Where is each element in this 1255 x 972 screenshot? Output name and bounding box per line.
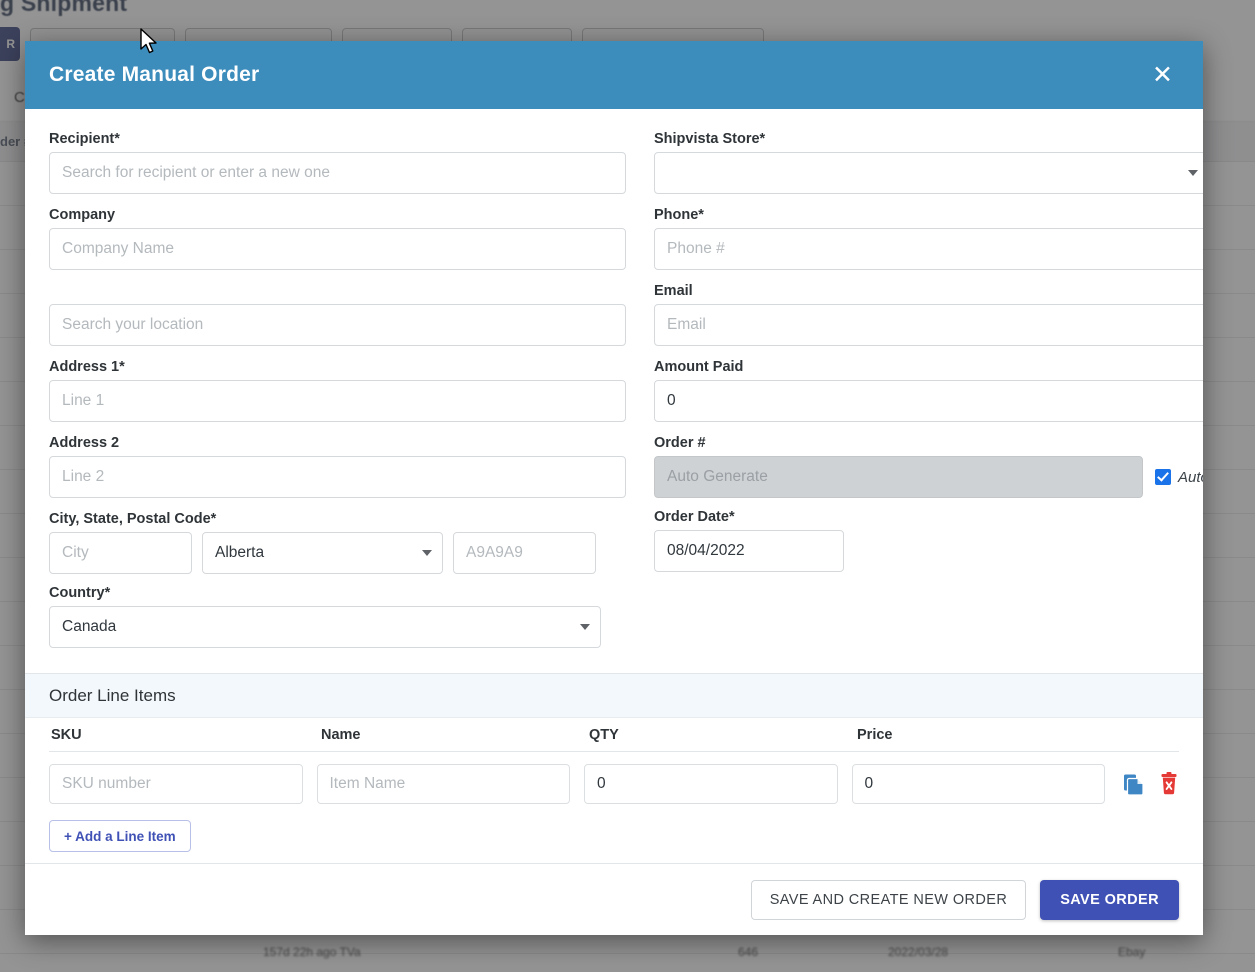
column-header-sku: SKU	[51, 726, 82, 743]
company-label: Company	[49, 207, 116, 223]
checkbox-checked-icon[interactable]	[1155, 469, 1171, 485]
form-left-column: Recipient* Search for recipient or enter…	[49, 131, 626, 661]
add-line-item-button[interactable]: + Add a Line Item	[49, 820, 191, 852]
auto-order-number-toggle[interactable]: Auto	[1155, 469, 1203, 486]
line-item-sku-input[interactable]: SKU number	[49, 764, 303, 804]
state-select-value: Alberta	[215, 544, 265, 561]
chevron-down-icon	[422, 550, 432, 556]
dialog-footer: SAVE AND CREATE NEW ORDER SAVE ORDER	[25, 863, 1203, 935]
line-item-qty-cell: 0	[584, 764, 852, 804]
country-select[interactable]: Canada	[49, 606, 601, 648]
chevron-down-icon	[580, 624, 590, 630]
order-number-row: Auto Generate Auto	[654, 456, 1203, 498]
city-state-postal-label: City, State, Postal Code*	[49, 511, 217, 527]
order-form: Recipient* Search for recipient or enter…	[25, 109, 1203, 661]
state-select[interactable]: Alberta	[202, 532, 443, 574]
recipient-label: Recipient*	[49, 131, 120, 147]
phone-label: Phone*	[654, 207, 704, 223]
address2-label: Address 2	[49, 435, 120, 451]
mouse-cursor	[140, 28, 157, 54]
auto-label: Auto	[1178, 468, 1203, 486]
company-input[interactable]: Company Name	[49, 228, 626, 270]
recipient-input[interactable]: Search for recipient or enter a new one	[49, 152, 626, 194]
line-items-column-headers: SKU Name QTY Price	[49, 718, 1179, 752]
line-item-name-input[interactable]: Item Name	[316, 764, 570, 804]
address2-input[interactable]: Line 2	[49, 456, 626, 498]
dialog-body: Recipient* Search for recipient or enter…	[25, 109, 1203, 863]
order-date-label: Order Date*	[654, 509, 735, 525]
city-input[interactable]: City	[49, 532, 192, 574]
column-header-price: Price	[857, 726, 893, 743]
line-item-price-input[interactable]: 0	[851, 764, 1105, 804]
location-search-input[interactable]: Search your location	[49, 304, 626, 346]
order-number-label: Order #	[654, 435, 706, 451]
order-date-input[interactable]: 08/04/2022	[654, 530, 844, 572]
save-order-button[interactable]: SAVE ORDER	[1040, 879, 1179, 920]
line-item-sku-cell: SKU number	[49, 764, 317, 804]
column-header-name: Name	[321, 726, 361, 743]
order-line-items-title: Order Line Items	[25, 674, 1203, 718]
order-line-items-section: Order Line Items SKU Name QTY Price SKU …	[25, 673, 1203, 852]
save-and-create-new-order-button[interactable]: SAVE AND CREATE NEW ORDER	[750, 879, 1027, 920]
create-manual-order-dialog: Create Manual Order ✕ Recipient* Search …	[25, 41, 1203, 935]
column-header-qty: QTY	[589, 726, 619, 743]
close-icon[interactable]: ✕	[1144, 59, 1181, 92]
copy-icon[interactable]	[1123, 772, 1145, 796]
chevron-down-icon	[1187, 170, 1198, 176]
line-item-name-cell: Item Name	[316, 764, 585, 804]
order-line-items-table: SKU Name QTY Price SKU number Item Name …	[25, 718, 1203, 804]
country-field-wrap: Canada	[49, 606, 601, 661]
line-item-qty-input[interactable]: 0	[584, 764, 838, 804]
country-label: Country*	[49, 585, 111, 601]
dialog-title: Create Manual Order	[49, 63, 260, 86]
dialog-header: Create Manual Order ✕	[25, 41, 1203, 109]
city-state-postal-row: City Alberta A9A9A9	[49, 532, 626, 574]
email-label: Email	[654, 283, 693, 299]
form-right-column: Shipvista Store* Phone* Phone # Email Em…	[654, 131, 1203, 661]
address1-input[interactable]: Line 1	[49, 380, 626, 422]
country-select-value: Canada	[62, 618, 117, 635]
order-number-input: Auto Generate	[654, 456, 1143, 498]
shipvista-store-label: Shipvista Store*	[654, 131, 766, 147]
line-item-price-cell: 0	[851, 764, 1120, 804]
line-item-actions	[1119, 772, 1179, 796]
address1-label: Address 1*	[49, 359, 125, 375]
shipvista-store-select[interactable]	[654, 152, 1203, 194]
amount-paid-label: Amount Paid	[654, 359, 744, 375]
amount-paid-input[interactable]: 0	[654, 380, 1203, 422]
delete-icon[interactable]	[1159, 772, 1179, 796]
email-input[interactable]: Email	[654, 304, 1203, 346]
phone-input[interactable]: Phone #	[654, 228, 1203, 270]
line-item-row: SKU number Item Name 0 0	[49, 752, 1179, 804]
postal-code-input[interactable]: A9A9A9	[453, 532, 596, 574]
